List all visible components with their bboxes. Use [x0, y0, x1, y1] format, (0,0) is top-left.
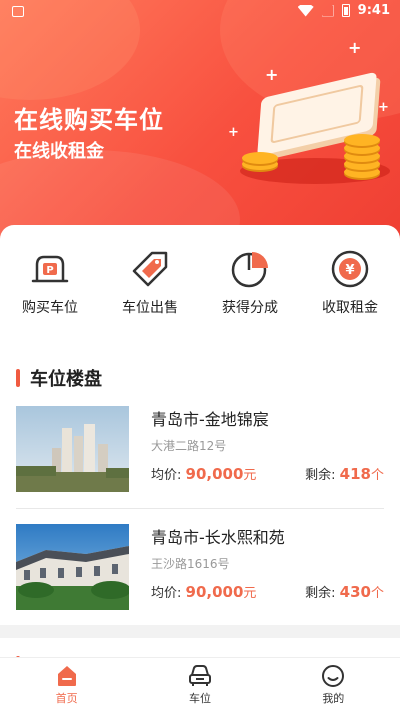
- listing-address: 王沙路1616号: [151, 557, 230, 571]
- hero-title: 在线购买车位: [14, 106, 164, 134]
- signal-icon: [321, 4, 334, 17]
- section-title: 车位楼盘: [16, 365, 102, 391]
- quick-get-share[interactable]: 获得分成: [200, 247, 300, 317]
- parking-illustration: [240, 71, 390, 190]
- quick-buy-parking[interactable]: P 购买车位: [0, 247, 100, 317]
- status-bar: 9:41: [0, 0, 400, 24]
- price-label: 均价:: [151, 586, 182, 601]
- yen-coin-icon: ¥: [328, 247, 372, 291]
- quick-label: 购买车位: [22, 300, 78, 316]
- listing-price: 均价: 90,000元: [151, 464, 256, 483]
- listing-name: 青岛市-长水熙和苑: [151, 528, 285, 547]
- status-time: 9:41: [357, 3, 390, 18]
- tab-label: 首页: [55, 692, 78, 705]
- quick-sell-parking[interactable]: 车位出售: [100, 247, 200, 317]
- tab-label: 我的: [322, 692, 345, 705]
- section-title-text: 车位楼盘: [30, 369, 102, 390]
- remaining-unit: 个: [370, 586, 384, 601]
- quick-label: 车位出售: [122, 300, 178, 316]
- car-icon: [187, 664, 213, 688]
- listing-remaining: 剩余: 418个: [305, 464, 384, 483]
- listing-name: 青岛市-金地锦宸: [151, 410, 269, 429]
- battery-icon: [341, 4, 350, 17]
- hero-subtitle: 在线收租金: [14, 141, 104, 162]
- price-unit: 元: [243, 468, 257, 483]
- price-tag-icon: [128, 247, 172, 291]
- listing-card[interactable]: 青岛市-金地锦宸 大港二路12号 均价: 90,000元 剩余: 418个: [16, 406, 384, 498]
- sparkle-icon: +: [228, 125, 239, 140]
- remaining-unit: 个: [370, 468, 384, 483]
- parking-car-icon: P: [28, 247, 72, 291]
- listing-thumbnail: [16, 524, 129, 610]
- listing-address: 大港二路12号: [151, 439, 227, 453]
- listing-price: 均价: 90,000元: [151, 582, 256, 601]
- tab-home[interactable]: 首页: [0, 658, 133, 711]
- listing-remaining: 剩余: 430个: [305, 582, 384, 601]
- tab-profile[interactable]: 我的: [267, 658, 400, 711]
- pie-chart-icon: [228, 247, 272, 291]
- main-card: P 购买车位 车位出售 获得分成 ¥ 收取租金 车位楼盘 青岛市-金地锦宸 大港…: [0, 225, 400, 625]
- svg-text:P: P: [46, 265, 53, 276]
- bottom-tab-bar: 首页 车位 我的: [0, 657, 400, 711]
- quick-label: 收取租金: [322, 300, 378, 316]
- section-accent-bar: [16, 369, 20, 387]
- tab-parking[interactable]: 车位: [133, 658, 266, 711]
- svg-text:¥: ¥: [345, 263, 354, 278]
- listing-card[interactable]: 青岛市-长水熙和苑 王沙路1616号 均价: 90,000元 剩余: 430个: [16, 524, 384, 616]
- remaining-value: 418: [339, 465, 371, 483]
- listing-thumbnail: [16, 406, 129, 492]
- image-icon: [12, 6, 24, 17]
- quick-label: 获得分成: [222, 300, 278, 316]
- tab-label: 车位: [188, 692, 211, 705]
- price-value: 90,000: [185, 583, 244, 601]
- price-label: 均价:: [151, 468, 182, 483]
- home-icon: [54, 664, 80, 688]
- quick-collect-rent[interactable]: ¥ 收取租金: [300, 247, 400, 317]
- profile-icon: [320, 664, 346, 688]
- quick-actions: P 购买车位 车位出售 获得分成 ¥ 收取租金: [0, 247, 400, 317]
- remaining-value: 430: [339, 583, 371, 601]
- price-value: 90,000: [185, 465, 244, 483]
- remaining-label: 剩余:: [305, 586, 336, 601]
- remaining-label: 剩余:: [305, 468, 336, 483]
- wifi-icon: [297, 4, 314, 17]
- price-unit: 元: [243, 586, 257, 601]
- divider: [16, 508, 384, 509]
- sparkle-icon: +: [348, 38, 362, 57]
- hero-banner[interactable]: 9:41 在线购买车位 在线收租金 + + + +: [0, 0, 400, 245]
